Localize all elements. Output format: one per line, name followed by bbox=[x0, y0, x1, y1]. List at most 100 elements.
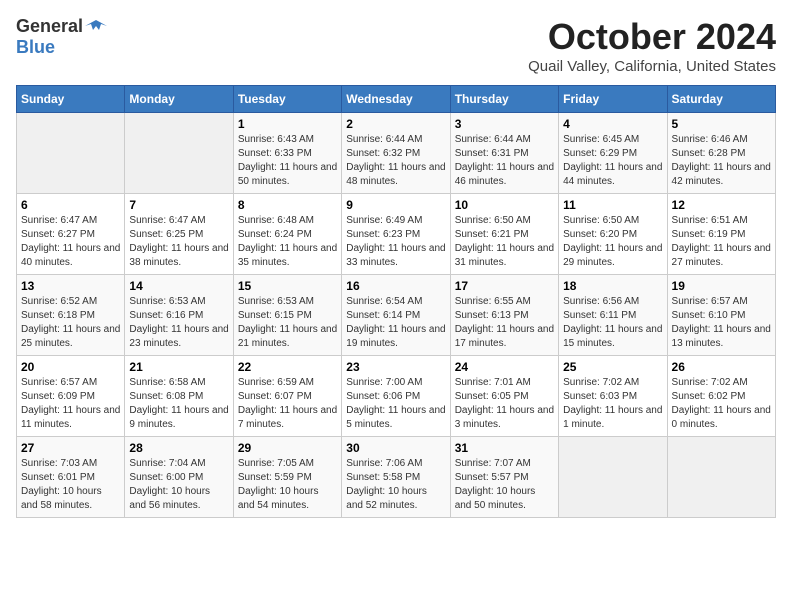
day-number: 22 bbox=[238, 360, 337, 374]
day-number: 3 bbox=[455, 117, 554, 131]
day-info: Sunrise: 6:52 AMSunset: 6:18 PMDaylight:… bbox=[21, 295, 120, 351]
day-number: 2 bbox=[346, 117, 445, 131]
logo-blue-text: Blue bbox=[16, 37, 55, 57]
day-info: Sunrise: 7:02 AMSunset: 6:03 PMDaylight:… bbox=[563, 376, 662, 432]
day-info: Sunrise: 6:53 AMSunset: 6:15 PMDaylight:… bbox=[238, 295, 337, 351]
day-info: Sunrise: 6:47 AMSunset: 6:27 PMDaylight:… bbox=[21, 214, 120, 270]
calendar-week-row: 13 Sunrise: 6:52 AMSunset: 6:18 PMDayligh… bbox=[17, 275, 776, 356]
day-number: 6 bbox=[21, 198, 120, 212]
day-info: Sunrise: 7:07 AMSunset: 5:57 PMDaylight:… bbox=[455, 457, 554, 513]
day-number: 14 bbox=[129, 279, 228, 293]
day-info: Sunrise: 6:50 AMSunset: 6:21 PMDaylight:… bbox=[455, 214, 554, 270]
calendar-cell: 10 Sunrise: 6:50 AMSunset: 6:21 PMDayligh… bbox=[450, 194, 558, 275]
calendar-cell: 3 Sunrise: 6:44 AMSunset: 6:31 PMDaylight… bbox=[450, 113, 558, 194]
day-info: Sunrise: 6:57 AMSunset: 6:09 PMDaylight:… bbox=[21, 376, 120, 432]
day-info: Sunrise: 6:47 AMSunset: 6:25 PMDaylight:… bbox=[129, 214, 228, 270]
day-number: 18 bbox=[563, 279, 662, 293]
day-info: Sunrise: 6:56 AMSunset: 6:11 PMDaylight:… bbox=[563, 295, 662, 351]
day-number: 15 bbox=[238, 279, 337, 293]
day-number: 25 bbox=[563, 360, 662, 374]
day-number: 23 bbox=[346, 360, 445, 374]
day-number: 13 bbox=[21, 279, 120, 293]
weekday-header-monday: Monday bbox=[125, 86, 233, 113]
calendar-cell: 24 Sunrise: 7:01 AMSunset: 6:05 PMDayligh… bbox=[450, 356, 558, 437]
calendar-body: 1Sunrise: 6:43 AMSunset: 6:33 PMDaylight… bbox=[17, 113, 776, 518]
day-number: 9 bbox=[346, 198, 445, 212]
calendar-cell: 20 Sunrise: 6:57 AMSunset: 6:09 PMDayligh… bbox=[17, 356, 125, 437]
weekday-header-friday: Friday bbox=[559, 86, 667, 113]
day-number: 7 bbox=[129, 198, 228, 212]
calendar-cell bbox=[125, 113, 233, 194]
day-number: 30 bbox=[346, 441, 445, 455]
calendar-cell: 5 Sunrise: 6:46 AMSunset: 6:28 PMDaylight… bbox=[667, 113, 775, 194]
day-number: 28 bbox=[129, 441, 228, 455]
day-info: Sunrise: 7:02 AMSunset: 6:02 PMDaylight:… bbox=[672, 376, 771, 432]
day-number: 16 bbox=[346, 279, 445, 293]
weekday-header-thursday: Thursday bbox=[450, 86, 558, 113]
day-info: Sunrise: 6:51 AMSunset: 6:19 PMDaylight:… bbox=[672, 214, 771, 270]
day-number: 29 bbox=[238, 441, 337, 455]
title-block: October 2024 Quail Valley, California, U… bbox=[528, 16, 776, 75]
calendar-cell: 28 Sunrise: 7:04 AMSunset: 6:00 PMDayligh… bbox=[125, 437, 233, 518]
calendar-cell bbox=[17, 113, 125, 194]
calendar-cell: 2 Sunrise: 6:44 AMSunset: 6:32 PMDaylight… bbox=[342, 113, 450, 194]
day-info: Sunrise: 6:46 AMSunset: 6:28 PMDaylight:… bbox=[672, 133, 771, 189]
calendar-cell: 27 Sunrise: 7:03 AMSunset: 6:01 PMDayligh… bbox=[17, 437, 125, 518]
day-number: 24 bbox=[455, 360, 554, 374]
day-number: 26 bbox=[672, 360, 771, 374]
day-info: Sunrise: 7:03 AMSunset: 6:01 PMDaylight:… bbox=[21, 457, 120, 513]
weekday-header-wednesday: Wednesday bbox=[342, 86, 450, 113]
day-info: Sunrise: 7:06 AMSunset: 5:58 PMDaylight:… bbox=[346, 457, 445, 513]
calendar-cell: 25 Sunrise: 7:02 AMSunset: 6:03 PMDayligh… bbox=[559, 356, 667, 437]
calendar-cell: 19Sunrise: 6:57 AMSunset: 6:10 PMDayligh… bbox=[667, 275, 775, 356]
calendar-cell: 9 Sunrise: 6:49 AMSunset: 6:23 PMDaylight… bbox=[342, 194, 450, 275]
calendar-cell: 17 Sunrise: 6:55 AMSunset: 6:13 PMDayligh… bbox=[450, 275, 558, 356]
day-info: Sunrise: 6:49 AMSunset: 6:23 PMDaylight:… bbox=[346, 214, 445, 270]
calendar-cell: 6 Sunrise: 6:47 AMSunset: 6:27 PMDaylight… bbox=[17, 194, 125, 275]
weekday-header-saturday: Saturday bbox=[667, 86, 775, 113]
calendar-header-row: SundayMondayTuesdayWednesdayThursdayFrid… bbox=[17, 86, 776, 113]
day-info: Sunrise: 7:00 AMSunset: 6:06 PMDaylight:… bbox=[346, 376, 445, 432]
day-number: 27 bbox=[21, 441, 120, 455]
calendar-cell: 16 Sunrise: 6:54 AMSunset: 6:14 PMDayligh… bbox=[342, 275, 450, 356]
calendar-cell: 1Sunrise: 6:43 AMSunset: 6:33 PMDaylight… bbox=[233, 113, 341, 194]
day-number: 20 bbox=[21, 360, 120, 374]
calendar-cell bbox=[667, 437, 775, 518]
calendar-cell: 8Sunrise: 6:48 AMSunset: 6:24 PMDaylight… bbox=[233, 194, 341, 275]
calendar-cell bbox=[559, 437, 667, 518]
day-number: 17 bbox=[455, 279, 554, 293]
calendar-cell: 18 Sunrise: 6:56 AMSunset: 6:11 PMDayligh… bbox=[559, 275, 667, 356]
calendar-cell: 11 Sunrise: 6:50 AMSunset: 6:20 PMDayligh… bbox=[559, 194, 667, 275]
calendar-week-row: 27 Sunrise: 7:03 AMSunset: 6:01 PMDayligh… bbox=[17, 437, 776, 518]
logo-bird-icon bbox=[85, 18, 107, 36]
weekday-header-sunday: Sunday bbox=[17, 86, 125, 113]
calendar-cell: 29 Sunrise: 7:05 AMSunset: 5:59 PMDayligh… bbox=[233, 437, 341, 518]
calendar-cell: 31 Sunrise: 7:07 AMSunset: 5:57 PMDayligh… bbox=[450, 437, 558, 518]
page-subtitle: Quail Valley, California, United States bbox=[528, 58, 776, 75]
logo-general-text: General bbox=[16, 16, 83, 37]
day-number: 21 bbox=[129, 360, 228, 374]
day-number: 11 bbox=[563, 198, 662, 212]
calendar-cell: 30 Sunrise: 7:06 AMSunset: 5:58 PMDayligh… bbox=[342, 437, 450, 518]
day-info: Sunrise: 7:04 AMSunset: 6:00 PMDaylight:… bbox=[129, 457, 228, 513]
day-info: Sunrise: 7:05 AMSunset: 5:59 PMDaylight:… bbox=[238, 457, 337, 513]
day-number: 12 bbox=[672, 198, 771, 212]
calendar-cell: 4Sunrise: 6:45 AMSunset: 6:29 PMDaylight… bbox=[559, 113, 667, 194]
calendar-cell: 13 Sunrise: 6:52 AMSunset: 6:18 PMDayligh… bbox=[17, 275, 125, 356]
day-info: Sunrise: 6:55 AMSunset: 6:13 PMDaylight:… bbox=[455, 295, 554, 351]
day-number: 31 bbox=[455, 441, 554, 455]
day-info: Sunrise: 6:58 AMSunset: 6:08 PMDaylight:… bbox=[129, 376, 228, 432]
day-info: Sunrise: 6:43 AMSunset: 6:33 PMDaylight:… bbox=[238, 133, 337, 189]
calendar-week-row: 6 Sunrise: 6:47 AMSunset: 6:27 PMDaylight… bbox=[17, 194, 776, 275]
calendar-cell: 7 Sunrise: 6:47 AMSunset: 6:25 PMDaylight… bbox=[125, 194, 233, 275]
day-info: Sunrise: 6:54 AMSunset: 6:14 PMDaylight:… bbox=[346, 295, 445, 351]
day-number: 5 bbox=[672, 117, 771, 131]
calendar-cell: 22Sunrise: 6:59 AMSunset: 6:07 PMDayligh… bbox=[233, 356, 341, 437]
day-info: Sunrise: 6:50 AMSunset: 6:20 PMDaylight:… bbox=[563, 214, 662, 270]
day-info: Sunrise: 7:01 AMSunset: 6:05 PMDaylight:… bbox=[455, 376, 554, 432]
calendar-cell: 26 Sunrise: 7:02 AMSunset: 6:02 PMDayligh… bbox=[667, 356, 775, 437]
day-info: Sunrise: 6:44 AMSunset: 6:31 PMDaylight:… bbox=[455, 133, 554, 189]
day-info: Sunrise: 6:44 AMSunset: 6:32 PMDaylight:… bbox=[346, 133, 445, 189]
day-info: Sunrise: 6:45 AMSunset: 6:29 PMDaylight:… bbox=[563, 133, 662, 189]
day-number: 10 bbox=[455, 198, 554, 212]
